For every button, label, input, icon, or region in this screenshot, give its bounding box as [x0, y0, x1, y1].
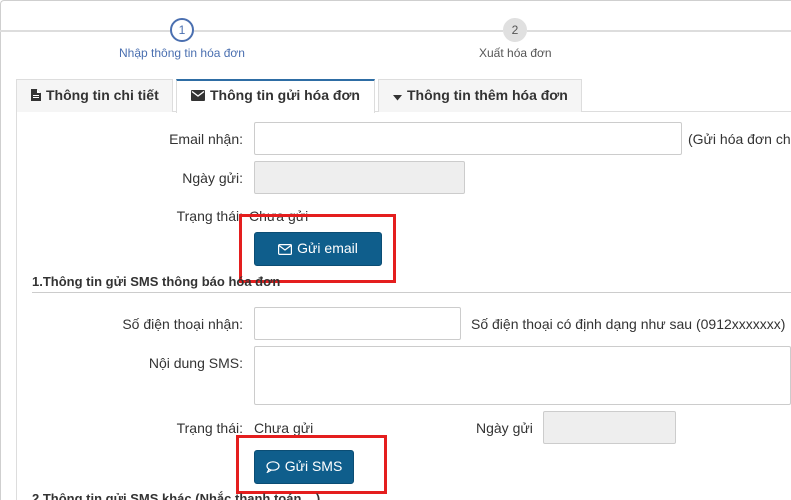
tab-label: Thông tin gửi hóa đơn	[210, 87, 360, 103]
phone-hint: Số điện thoại có định dạng như sau (0912…	[471, 316, 786, 332]
sms-status-value: Chưa gửi	[254, 420, 314, 436]
email-status-value: Chưa gửi	[249, 208, 309, 224]
sms-content-input[interactable]	[254, 346, 791, 405]
section-divider	[32, 292, 791, 293]
sms-date-input	[543, 411, 676, 444]
tab-label: Thông tin chi tiết	[46, 87, 159, 103]
tab-label: Thông tin thêm hóa đơn	[407, 87, 568, 103]
email-label: Email nhận:	[169, 131, 243, 147]
tab-send-invoice[interactable]: Thông tin gửi hóa đơn	[176, 79, 375, 113]
status-label: Trạng thái:	[176, 420, 243, 436]
email-hint: (Gửi hóa đơn cho	[688, 131, 791, 147]
stepper-line	[527, 30, 791, 32]
phone-input[interactable]	[254, 307, 461, 340]
stepper-line	[0, 30, 170, 32]
step-1-label: Nhập thông tin hóa đơn	[119, 46, 245, 60]
sms-content-label: Nội dung SMS:	[148, 355, 243, 371]
tab-bar: Thông tin chi tiết Thông tin gửi hóa đơn…	[16, 79, 791, 113]
stepper-line	[194, 30, 503, 32]
send-email-button[interactable]: Gửi email	[254, 232, 382, 266]
caret-down-icon	[393, 81, 402, 112]
sms-date-label: Ngày gửi	[476, 420, 533, 436]
send-email-label: Gửi email	[297, 240, 358, 256]
chat-bubble-icon	[265, 461, 280, 474]
step-2-circle[interactable]: 2	[503, 18, 527, 42]
file-icon	[31, 81, 41, 112]
phone-label: Số điện thoại nhận:	[122, 316, 243, 332]
send-sms-button[interactable]: Gửi SMS	[254, 450, 354, 484]
tab-more-info[interactable]: Thông tin thêm hóa đơn	[378, 79, 582, 112]
other-sms-section-title: 2.Thông tin gửi SMS khác (Nhắc thanh toá…	[32, 491, 321, 500]
date-sent-label: Ngày gửi:	[182, 170, 243, 186]
send-sms-label: Gửi SMS	[284, 458, 343, 474]
status-label: Trạng thái:	[176, 208, 243, 224]
email-date-input	[254, 161, 465, 194]
sms-section-title: 1.Thông tin gửi SMS thông báo hóa đơn	[32, 274, 281, 289]
step-2-label: Xuất hóa đơn	[479, 46, 552, 60]
step-1-circle[interactable]: 1	[170, 18, 194, 42]
tab-invoice-details[interactable]: Thông tin chi tiết	[16, 79, 173, 112]
envelope-icon	[278, 244, 293, 256]
envelope-icon	[191, 82, 205, 111]
email-input[interactable]	[254, 122, 682, 155]
